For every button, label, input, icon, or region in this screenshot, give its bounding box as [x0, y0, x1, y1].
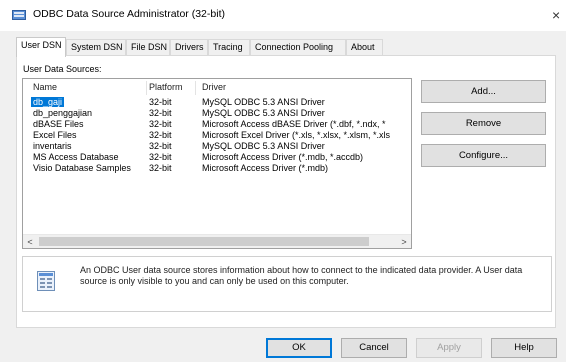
column-divider[interactable]: [195, 81, 196, 95]
data-sources-list[interactable]: Name Platform Driver db_gaji 32-bit MySQ…: [22, 78, 412, 249]
column-header-platform[interactable]: Platform: [149, 82, 183, 92]
data-source-platform: 32-bit: [149, 152, 172, 162]
tab-tracing[interactable]: Tracing: [208, 39, 250, 56]
window-title: ODBC Data Source Administrator (32-bit): [33, 8, 225, 20]
data-source-platform: 32-bit: [149, 163, 172, 173]
data-source-name: dBASE Files: [33, 119, 84, 129]
add-button[interactable]: Add...: [421, 80, 546, 103]
data-source-driver: MySQL ODBC 5.3 ANSI Driver: [202, 97, 325, 107]
cancel-button[interactable]: Cancel: [341, 338, 407, 358]
title-bar: ODBC Data Source Administrator (32-bit) …: [0, 0, 566, 31]
remove-button[interactable]: Remove: [421, 112, 546, 135]
apply-button: Apply: [416, 338, 482, 358]
data-source-platform: 32-bit: [149, 97, 172, 107]
data-source-name: inventaris: [33, 141, 72, 151]
close-icon[interactable]: ×: [552, 5, 566, 25]
data-source-driver: Microsoft Access dBASE Driver (*.dbf, *.…: [202, 119, 386, 129]
data-source-name: Excel Files: [33, 130, 77, 140]
data-source-driver: Microsoft Excel Driver (*.xls, *.xlsx, *…: [202, 130, 391, 140]
list-item[interactable]: Excel Files 32-bit Microsoft Excel Drive…: [23, 130, 411, 141]
data-source-icon: [37, 271, 55, 291]
column-header-driver[interactable]: Driver: [202, 82, 226, 92]
horizontal-scrollbar[interactable]: < >: [23, 234, 411, 248]
info-description: An ODBC User data source stores informat…: [80, 265, 523, 286]
tab-user-dsn[interactable]: User DSN: [16, 37, 66, 57]
data-source-name: db_penggajian: [33, 108, 93, 118]
tab-drivers[interactable]: Drivers: [170, 39, 208, 56]
list-item[interactable]: dBASE Files 32-bit Microsoft Access dBAS…: [23, 119, 411, 130]
data-source-platform: 32-bit: [149, 141, 172, 151]
user-data-sources-label: User Data Sources:: [23, 64, 102, 74]
ok-button[interactable]: OK: [266, 338, 332, 358]
tab-about[interactable]: About: [346, 39, 383, 56]
column-divider[interactable]: [146, 81, 147, 95]
info-box: An ODBC User data source stores informat…: [22, 256, 552, 312]
tab-file-dsn[interactable]: File DSN: [126, 39, 170, 56]
data-source-driver: Microsoft Access Driver (*.mdb): [202, 163, 329, 173]
data-source-name: Visio Database Samples: [33, 163, 131, 173]
configure-button[interactable]: Configure...: [421, 144, 546, 167]
data-source-driver: MySQL ODBC 5.3 ANSI Driver: [202, 141, 325, 151]
scrollbar-thumb[interactable]: [39, 237, 369, 246]
list-item[interactable]: db_penggajian 32-bit MySQL ODBC 5.3 ANSI…: [23, 108, 411, 119]
column-header-name[interactable]: Name: [33, 82, 57, 92]
data-source-driver: Microsoft Access Driver (*.mdb, *.accdb): [202, 152, 364, 162]
data-source-name: MS Access Database: [33, 152, 119, 162]
data-source-platform: 32-bit: [149, 130, 172, 140]
scroll-right-icon[interactable]: >: [397, 235, 411, 248]
list-item[interactable]: db_gaji 32-bit MySQL ODBC 5.3 ANSI Drive…: [23, 97, 411, 108]
help-button[interactable]: Help: [491, 338, 557, 358]
tab-strip: User DSN System DSN File DSN Drivers Tra…: [16, 37, 556, 57]
data-source-name: db_gaji: [31, 97, 65, 107]
tab-system-dsn[interactable]: System DSN: [66, 39, 126, 56]
data-source-driver: MySQL ODBC 5.3 ANSI Driver: [202, 108, 325, 118]
scroll-left-icon[interactable]: <: [23, 235, 37, 248]
data-source-platform: 32-bit: [149, 108, 172, 118]
list-item[interactable]: MS Access Database 32-bit Microsoft Acce…: [23, 152, 411, 163]
tab-connection-pooling[interactable]: Connection Pooling: [250, 39, 346, 56]
odbc-app-icon: [12, 10, 26, 20]
list-item[interactable]: Visio Database Samples 32-bit Microsoft …: [23, 163, 411, 174]
list-item[interactable]: inventaris 32-bit MySQL ODBC 5.3 ANSI Dr…: [23, 141, 411, 152]
data-source-platform: 32-bit: [149, 119, 172, 129]
